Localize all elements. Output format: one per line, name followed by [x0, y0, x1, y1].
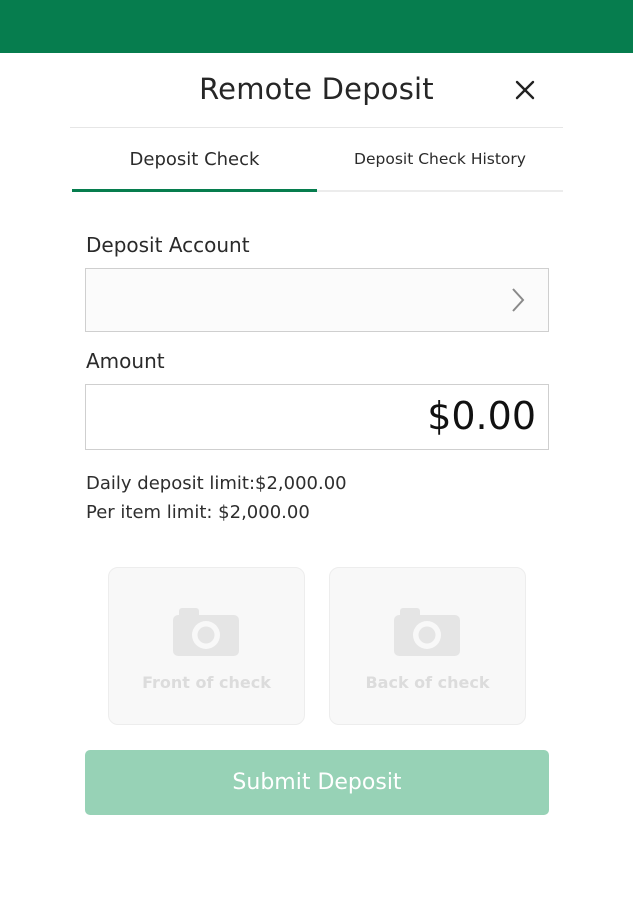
- daily-deposit-limit: Daily deposit limit:$2,000.00: [86, 473, 347, 494]
- tab-deposit-check[interactable]: Deposit Check: [72, 128, 317, 192]
- back-of-check-button[interactable]: Back of check: [329, 567, 526, 725]
- back-of-check-label: Back of check: [365, 673, 490, 692]
- chevron-right-icon: [512, 288, 525, 312]
- camera-icon: [394, 608, 460, 656]
- amount-value: $0.00: [427, 394, 536, 438]
- page-title: Remote Deposit: [199, 72, 434, 106]
- amount-label: Amount: [86, 349, 165, 373]
- tab-deposit-check-history-label: Deposit Check History: [354, 150, 526, 168]
- deposit-account-label: Deposit Account: [86, 233, 250, 257]
- deposit-account-select[interactable]: [85, 268, 549, 332]
- dialog-header: Remote Deposit: [70, 53, 563, 128]
- tab-bar: Deposit Check Deposit Check History: [72, 128, 563, 192]
- front-of-check-button[interactable]: Front of check: [108, 567, 305, 725]
- close-icon: [515, 80, 535, 100]
- top-app-bar: [0, 0, 633, 53]
- active-tab-indicator: [72, 189, 317, 192]
- front-of-check-label: Front of check: [142, 673, 271, 692]
- amount-input[interactable]: $0.00: [85, 384, 549, 450]
- close-button[interactable]: [508, 73, 542, 107]
- tab-deposit-check-history[interactable]: Deposit Check History: [317, 128, 563, 190]
- camera-icon: [173, 608, 239, 656]
- per-item-limit: Per item limit: $2,000.00: [86, 502, 310, 523]
- tab-deposit-check-label: Deposit Check: [129, 148, 260, 170]
- submit-deposit-button[interactable]: Submit Deposit: [85, 750, 549, 815]
